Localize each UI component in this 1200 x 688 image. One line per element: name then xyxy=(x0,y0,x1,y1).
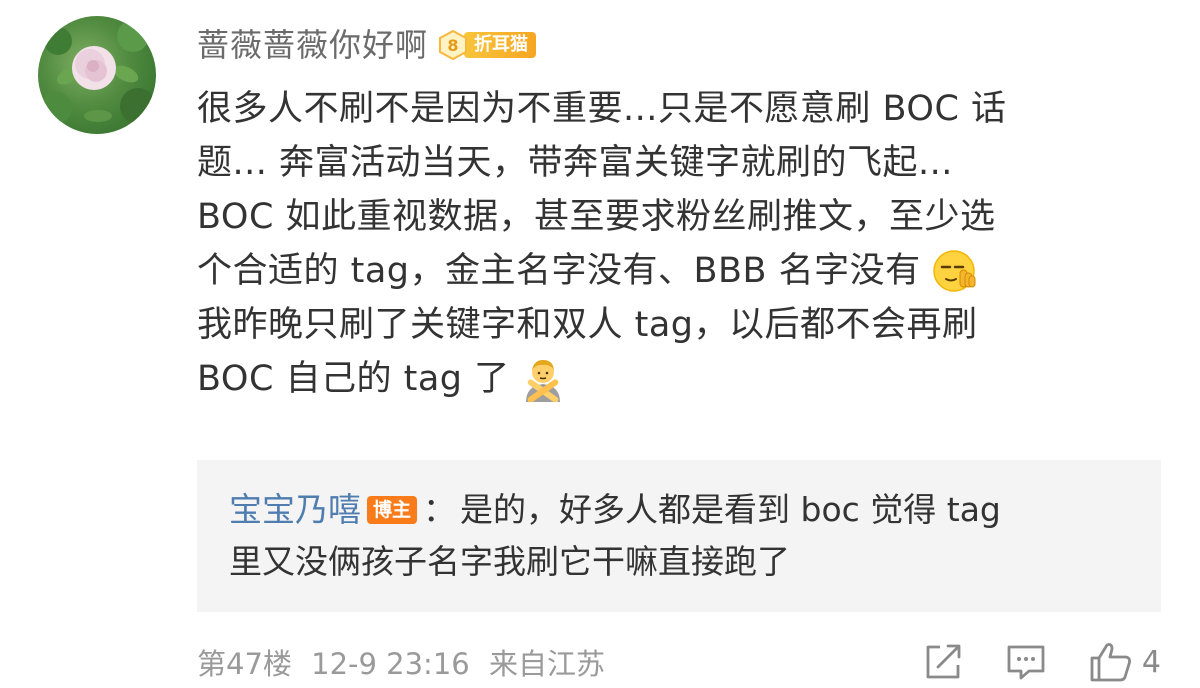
rose-avatar-image xyxy=(40,20,156,124)
comment-time: 12-9 23:16 xyxy=(311,647,470,681)
comment-meta: 第47楼 12-9 23:16 来自江苏 xyxy=(197,641,615,683)
comment-location: 来自江苏 xyxy=(488,647,605,681)
fan-badge[interactable]: 8 折耳猫 xyxy=(438,28,537,62)
comment-line: 题... 奔富活动当天，带奔富关键字就刷的飞起... xyxy=(197,143,953,183)
reply-content: 宝宝乃嘻 博主 ： 是的，好多人都是看到 boc 觉得 tag 里又没俩孩子名字… xyxy=(229,484,1129,588)
comment-icon xyxy=(1007,645,1045,680)
reply-line: 里又没俩孩子名字我刷它干嘛直接跑了 xyxy=(229,536,1129,588)
like-icon xyxy=(1090,643,1131,682)
floor-number: 第47楼 xyxy=(197,647,292,681)
comment-line: 很多人不刷不是因为不重要...只是不愿意刷 BOC 话 xyxy=(197,89,1007,129)
blogger-badge: 博主 xyxy=(367,496,418,524)
like-count: 4 xyxy=(1141,644,1161,680)
reply-colon: ： xyxy=(423,490,457,529)
comment-line: BOC 自己的 tag 了 xyxy=(197,359,510,399)
share-icon xyxy=(926,644,961,679)
comment-line: BOC 如此重视数据，甚至要求粉丝刷推文，至少选 xyxy=(197,197,996,237)
comment-text: 很多人不刷不是因为不重要...只是不愿意刷 BOC 话 题... 奔富活动当天，… xyxy=(197,82,1157,406)
person-gesturing-no-emoji xyxy=(520,356,566,403)
reply-line: 宝宝乃嘻 博主 ： 是的，好多人都是看到 boc 觉得 tag xyxy=(229,484,1129,536)
comment-line: 我昨晚只刷了关键字和双人 tag，以后都不会再刷 xyxy=(197,305,978,345)
fan-badge-label: 折耳猫 xyxy=(464,32,537,58)
like-button[interactable]: 4 xyxy=(1088,640,1161,684)
comment-button[interactable] xyxy=(1004,641,1048,683)
reply-author-link[interactable]: 宝宝乃嘻 xyxy=(229,484,361,536)
fan-level-icon: 8 xyxy=(438,29,468,61)
reply-box[interactable]: 宝宝乃嘻 博主 ： 是的，好多人都是看到 boc 觉得 tag 里又没俩孩子名字… xyxy=(197,460,1161,612)
comment-header: 蔷薇蔷薇你好啊 8 折耳猫 xyxy=(197,20,537,70)
reply-text: 是的，好多人都是看到 boc 觉得 tag xyxy=(460,490,1001,529)
share-button[interactable] xyxy=(922,641,964,683)
fan-level-number: 8 xyxy=(447,36,458,55)
comment-line-with-emoji: BOC 自己的 tag 了 xyxy=(197,352,1157,406)
comment-actions: 4 xyxy=(882,636,1161,688)
comment-line-with-emoji: 个合适的 tag，金主名字没有、BBB 名字没有 xyxy=(197,244,1157,298)
reply-text: 里又没俩孩子名字我刷它干嘛直接跑了 xyxy=(229,542,790,581)
comment-username[interactable]: 蔷薇蔷薇你好啊 xyxy=(197,25,428,65)
comment-line: 个合适的 tag，金主名字没有、BBB 名字没有 xyxy=(197,251,921,291)
avatar[interactable] xyxy=(38,16,156,134)
shushing-face-emoji xyxy=(931,248,977,294)
comment-footer: 第47楼 12-9 23:16 来自江苏 4 xyxy=(197,636,1167,688)
